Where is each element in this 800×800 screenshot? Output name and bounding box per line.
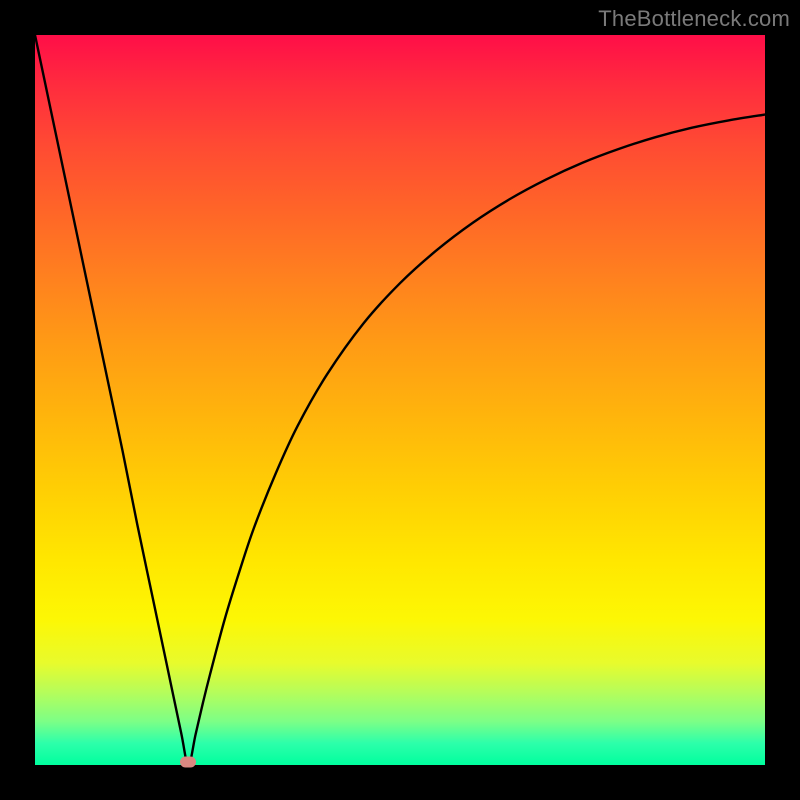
watermark-text: TheBottleneck.com xyxy=(598,6,790,32)
bottleneck-curve xyxy=(35,35,765,765)
plot-area xyxy=(35,35,765,765)
optimum-marker xyxy=(180,757,196,768)
chart-frame: TheBottleneck.com xyxy=(0,0,800,800)
